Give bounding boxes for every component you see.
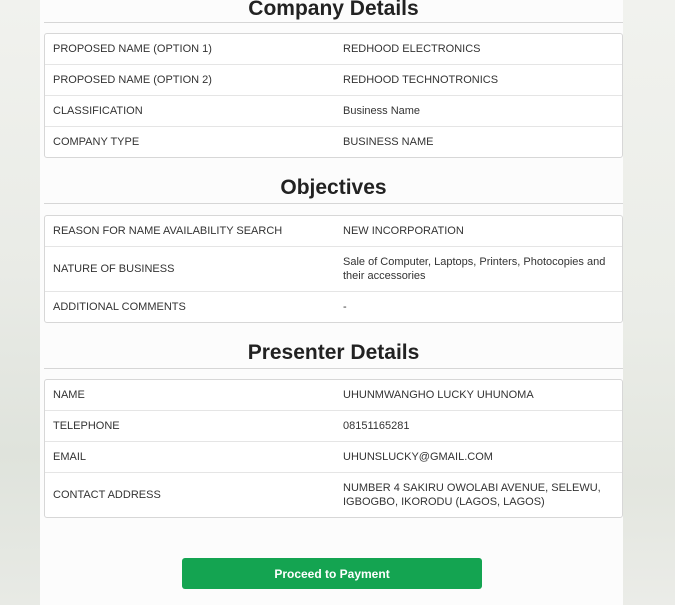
row-value: 08151165281 — [343, 420, 410, 432]
row-value: UHUNSLUCKY@GMAIL.COM — [343, 451, 493, 463]
row-label: CONTACT ADDRESS — [53, 489, 161, 501]
table-row: REASON FOR NAME AVAILABILITY SEARCH NEW … — [45, 216, 622, 246]
row-label: REASON FOR NAME AVAILABILITY SEARCH — [53, 225, 283, 237]
row-value: REDHOOD ELECTRONICS — [343, 43, 481, 55]
row-label: CLASSIFICATION — [53, 105, 143, 117]
presenter-details-card: NAME UHUNMWANGHO LUCKY UHUNOMA TELEPHONE… — [44, 379, 623, 518]
company-details-divider — [44, 22, 623, 23]
row-value: BUSINESS NAME — [343, 136, 434, 148]
row-value: - — [343, 301, 347, 313]
presenter-details-divider — [44, 368, 623, 369]
row-label: PROPOSED NAME (OPTION 1) — [53, 43, 212, 55]
row-label: ADDITIONAL COMMENTS — [53, 301, 186, 313]
company-details-card: PROPOSED NAME (OPTION 1) REDHOOD ELECTRO… — [44, 33, 623, 158]
row-label: PROPOSED NAME (OPTION 2) — [53, 74, 212, 86]
objectives-card: REASON FOR NAME AVAILABILITY SEARCH NEW … — [44, 215, 623, 323]
table-row: PROPOSED NAME (OPTION 2) REDHOOD TECHNOT… — [45, 64, 622, 95]
row-value: UHUNMWANGHO LUCKY UHUNOMA — [343, 389, 534, 401]
row-label: COMPANY TYPE — [53, 136, 140, 148]
background-left — [0, 0, 40, 605]
row-label: TELEPHONE — [53, 420, 120, 432]
table-row: PROPOSED NAME (OPTION 1) REDHOOD ELECTRO… — [45, 34, 622, 64]
proceed-to-payment-button[interactable]: Proceed to Payment — [182, 558, 482, 589]
row-value: REDHOOD TECHNOTRONICS — [343, 74, 499, 86]
table-row: TELEPHONE 08151165281 — [45, 410, 622, 441]
row-label: EMAIL — [53, 451, 87, 463]
table-row: CONTACT ADDRESS NUMBER 4 SAKIRU OWOLABI … — [45, 472, 622, 517]
row-label: NATURE OF BUSINESS — [53, 263, 175, 275]
table-row: CLASSIFICATION Business Name — [45, 95, 622, 126]
row-label: NAME — [53, 389, 85, 401]
company-details-title: Company Details — [248, 0, 419, 20]
row-value: Sale of Computer, Laptops, Printers, Pho… — [343, 256, 606, 282]
table-row: ADDITIONAL COMMENTS - — [45, 291, 622, 322]
objectives-title: Objectives — [280, 176, 387, 199]
background-right — [623, 0, 675, 605]
objectives-divider — [44, 203, 623, 204]
table-row: COMPANY TYPE BUSINESS NAME — [45, 126, 622, 157]
row-value: NUMBER 4 SAKIRU OWOLABI AVENUE, SELEWU, … — [343, 482, 601, 508]
table-row: NAME UHUNMWANGHO LUCKY UHUNOMA — [45, 380, 622, 410]
row-value: NEW INCORPORATION — [343, 225, 464, 237]
presenter-details-title: Presenter Details — [247, 341, 420, 364]
table-row: NATURE OF BUSINESS Sale of Computer, Lap… — [45, 246, 622, 291]
table-row: EMAIL UHUNSLUCKY@GMAIL.COM — [45, 441, 622, 472]
row-value: Business Name — [343, 105, 421, 117]
